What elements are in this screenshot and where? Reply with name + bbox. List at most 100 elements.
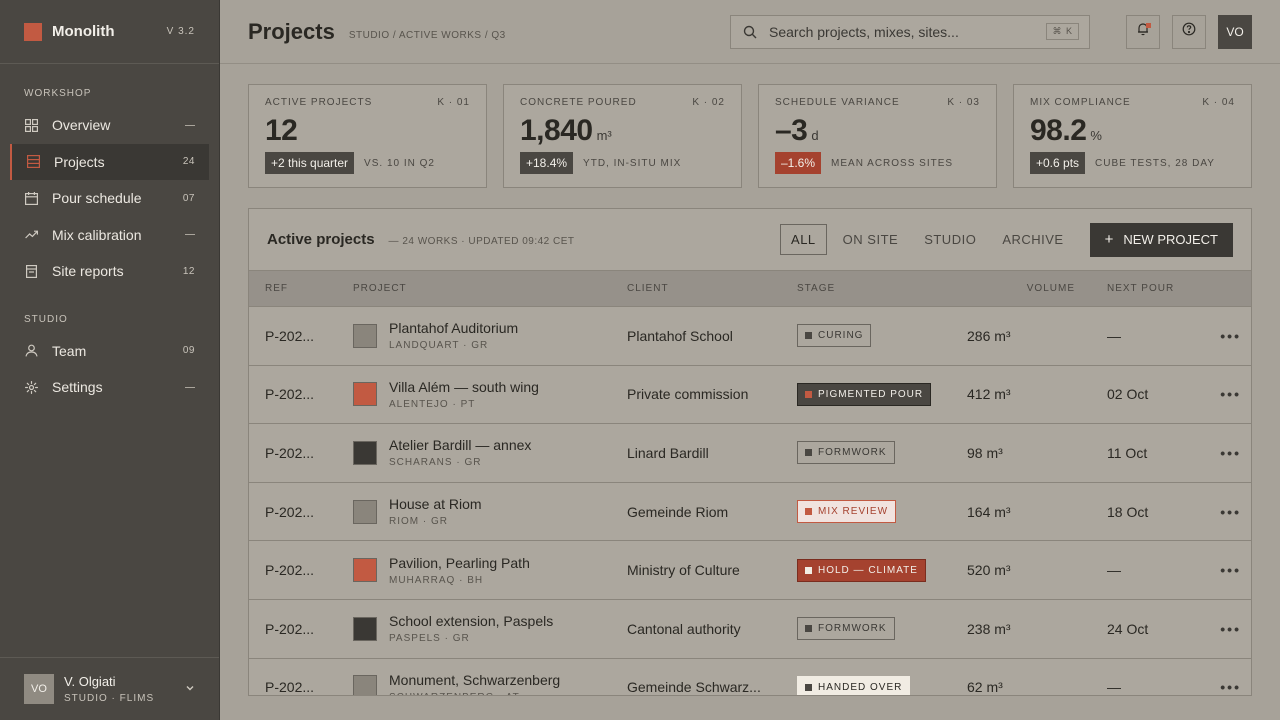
more-actions-icon[interactable]: •••: [1217, 386, 1251, 402]
sidebar-item-overview[interactable]: Overview: [0, 107, 219, 144]
project-name[interactable]: Monument, Schwarzenberg: [389, 672, 560, 688]
kpi-card: MIX COMPLIANCE K · 04 98.2% +0.6 pts CUBE …: [1013, 84, 1252, 188]
kpi-delta: –1.6%: [775, 152, 822, 174]
client-name: Gemeinde Riom: [627, 503, 729, 520]
app-version: V 3.2: [166, 26, 195, 37]
avatar[interactable]: VO: [1218, 14, 1252, 49]
filter-studio[interactable]: STUDIO: [914, 225, 986, 254]
sidebar-item-count: 24: [182, 156, 195, 168]
search-icon: [743, 25, 757, 39]
project-cell: Pavilion, Pearling Path MUHARRAQ · BH: [353, 555, 627, 586]
table-row[interactable]: P-202... Villa Além — south wing ALENTEJO …: [249, 366, 1251, 425]
column-header-project[interactable]: PROJECT: [353, 283, 627, 294]
sidebar-item-projects[interactable]: Projects 24: [10, 143, 209, 180]
sidebar-item-label: Projects: [54, 153, 105, 170]
project-name[interactable]: Atelier Bardill — annex: [389, 437, 531, 453]
column-header-volume[interactable]: VOLUME: [967, 283, 1107, 294]
project-name[interactable]: House at Riom: [389, 496, 482, 512]
sidebar-item-team[interactable]: Team 09: [0, 333, 219, 370]
brand: Monolith V 3.2: [0, 0, 219, 64]
report-icon: [24, 264, 38, 278]
chevron-down-icon[interactable]: [185, 683, 195, 696]
kpi-delta: +18.4%: [520, 152, 574, 174]
kpi-delta: +2 this quarter: [265, 152, 355, 174]
table-column-headers: REF PROJECT CLIENT STAGE VOLUME NEXT POU…: [249, 271, 1251, 307]
kpi-label: SCHEDULE VARIANCE: [775, 97, 900, 108]
help-button[interactable]: [1172, 14, 1206, 49]
column-header-client[interactable]: CLIENT: [627, 283, 797, 294]
sidebar-item-site-reports[interactable]: Site reports 12: [0, 253, 219, 290]
kpi-value: 12: [265, 114, 298, 147]
status-label: MIX REVIEW: [818, 506, 889, 518]
kpi-code: K · 02: [692, 97, 725, 108]
plus-icon: +: [1104, 231, 1114, 248]
sidebar-item-pour-schedule[interactable]: Pour schedule 07: [0, 180, 219, 217]
search-box[interactable]: ⌘ K: [730, 14, 1090, 49]
list-icon: [26, 155, 40, 169]
sidebar-item-settings[interactable]: Settings: [0, 369, 219, 406]
stage-cell: HANDED OVER: [797, 675, 967, 695]
status-label: FORMWORK: [818, 623, 887, 635]
column-header-ref[interactable]: REF: [249, 283, 353, 294]
project-location: RIOM · GR: [389, 516, 448, 528]
user-card[interactable]: VO V. Olgiati STUDIO · FLIMS: [0, 657, 219, 720]
project-location: MUHARRAQ · BH: [389, 574, 484, 586]
status-square-icon: [805, 449, 812, 457]
status-badge: HANDED OVER: [797, 675, 911, 695]
volume-value: 520 m³: [967, 562, 1011, 579]
more-actions-icon[interactable]: •••: [1217, 679, 1251, 695]
gear-icon: [24, 380, 38, 394]
volume-value: 286 m³: [967, 327, 1011, 344]
project-name[interactable]: Plantahof Auditorium: [389, 320, 518, 336]
project-name[interactable]: School extension, Paspels: [389, 613, 553, 629]
kpi-value: 98.2: [1030, 114, 1087, 147]
table-row[interactable]: P-202... School extension, Paspels PASPELS…: [249, 600, 1251, 659]
volume-value: 98 m³: [967, 444, 1003, 461]
more-actions-icon[interactable]: •••: [1217, 621, 1251, 637]
more-actions-icon[interactable]: •••: [1217, 504, 1251, 520]
client-name: Ministry of Culture: [627, 562, 740, 579]
column-header-next-pour[interactable]: NEXT POUR: [1107, 283, 1217, 294]
project-name[interactable]: Villa Além — south wing: [389, 379, 539, 395]
more-actions-icon[interactable]: •••: [1217, 328, 1251, 344]
kpi-label: MIX COMPLIANCE: [1030, 97, 1131, 108]
filter-on-site[interactable]: ON SITE: [833, 225, 909, 254]
project-ref: P-202...: [265, 620, 315, 637]
project-ref: P-202...: [265, 386, 315, 403]
kpi-unit: %: [1090, 128, 1102, 143]
status-label: FORMWORK: [818, 447, 887, 459]
project-name[interactable]: Pavilion, Pearling Path: [389, 555, 530, 571]
kpi-value: 1,840: [520, 114, 593, 147]
status-badge: PIGMENTED POUR: [797, 382, 932, 406]
projects-table-card: Active projects — 24 WORKS · UPDATED 09:…: [248, 208, 1252, 696]
table-row[interactable]: P-202... Monument, Schwarzenberg SCHWARZEN…: [249, 659, 1251, 695]
stage-cell: MIX REVIEW: [797, 500, 967, 524]
more-actions-icon[interactable]: •••: [1217, 562, 1251, 578]
filter-archive[interactable]: ARCHIVE: [992, 225, 1073, 254]
table-row[interactable]: P-202... House at Riom RIOM · GR Gemeinde R…: [249, 483, 1251, 542]
table-row[interactable]: P-202... Atelier Bardill — annex SCHARANS …: [249, 424, 1251, 483]
table-row[interactable]: P-202... Plantahof Auditorium LANDQUART · …: [249, 307, 1251, 366]
notifications-button[interactable]: [1126, 14, 1160, 49]
kpi-note: CUBE TESTS, 28 DAY: [1095, 157, 1215, 169]
column-header-stage[interactable]: STAGE: [797, 283, 967, 294]
empty-count-dash: [185, 234, 195, 236]
nav-section-studio: STUDIO: [24, 313, 68, 325]
filter-all[interactable]: ALL: [780, 224, 827, 255]
trend-icon: [24, 228, 38, 242]
sidebar-item-label: Site reports: [52, 263, 124, 280]
sidebar-item-count: 09: [182, 345, 195, 357]
next-pour-date: 24 Oct: [1107, 620, 1149, 637]
volume-value: 412 m³: [967, 386, 1011, 403]
user-name: V. Olgiati: [64, 674, 116, 689]
table-row[interactable]: P-202... Pavilion, Pearling Path MUHARRAQ …: [249, 541, 1251, 600]
sidebar-item-mix-calibration[interactable]: Mix calibration: [0, 217, 219, 254]
kpi-row: ACTIVE PROJECTS K · 01 12 +2 this quarter…: [248, 84, 1252, 188]
empty-count-dash: [185, 124, 195, 126]
notification-dot: [1146, 22, 1151, 28]
search-input[interactable]: [769, 23, 1047, 40]
kpi-value: –3: [775, 114, 808, 147]
more-actions-icon[interactable]: •••: [1217, 445, 1251, 461]
sidebar-item-label: Mix calibration: [52, 226, 142, 243]
new-project-button[interactable]: + NEW PROJECT: [1089, 222, 1233, 257]
